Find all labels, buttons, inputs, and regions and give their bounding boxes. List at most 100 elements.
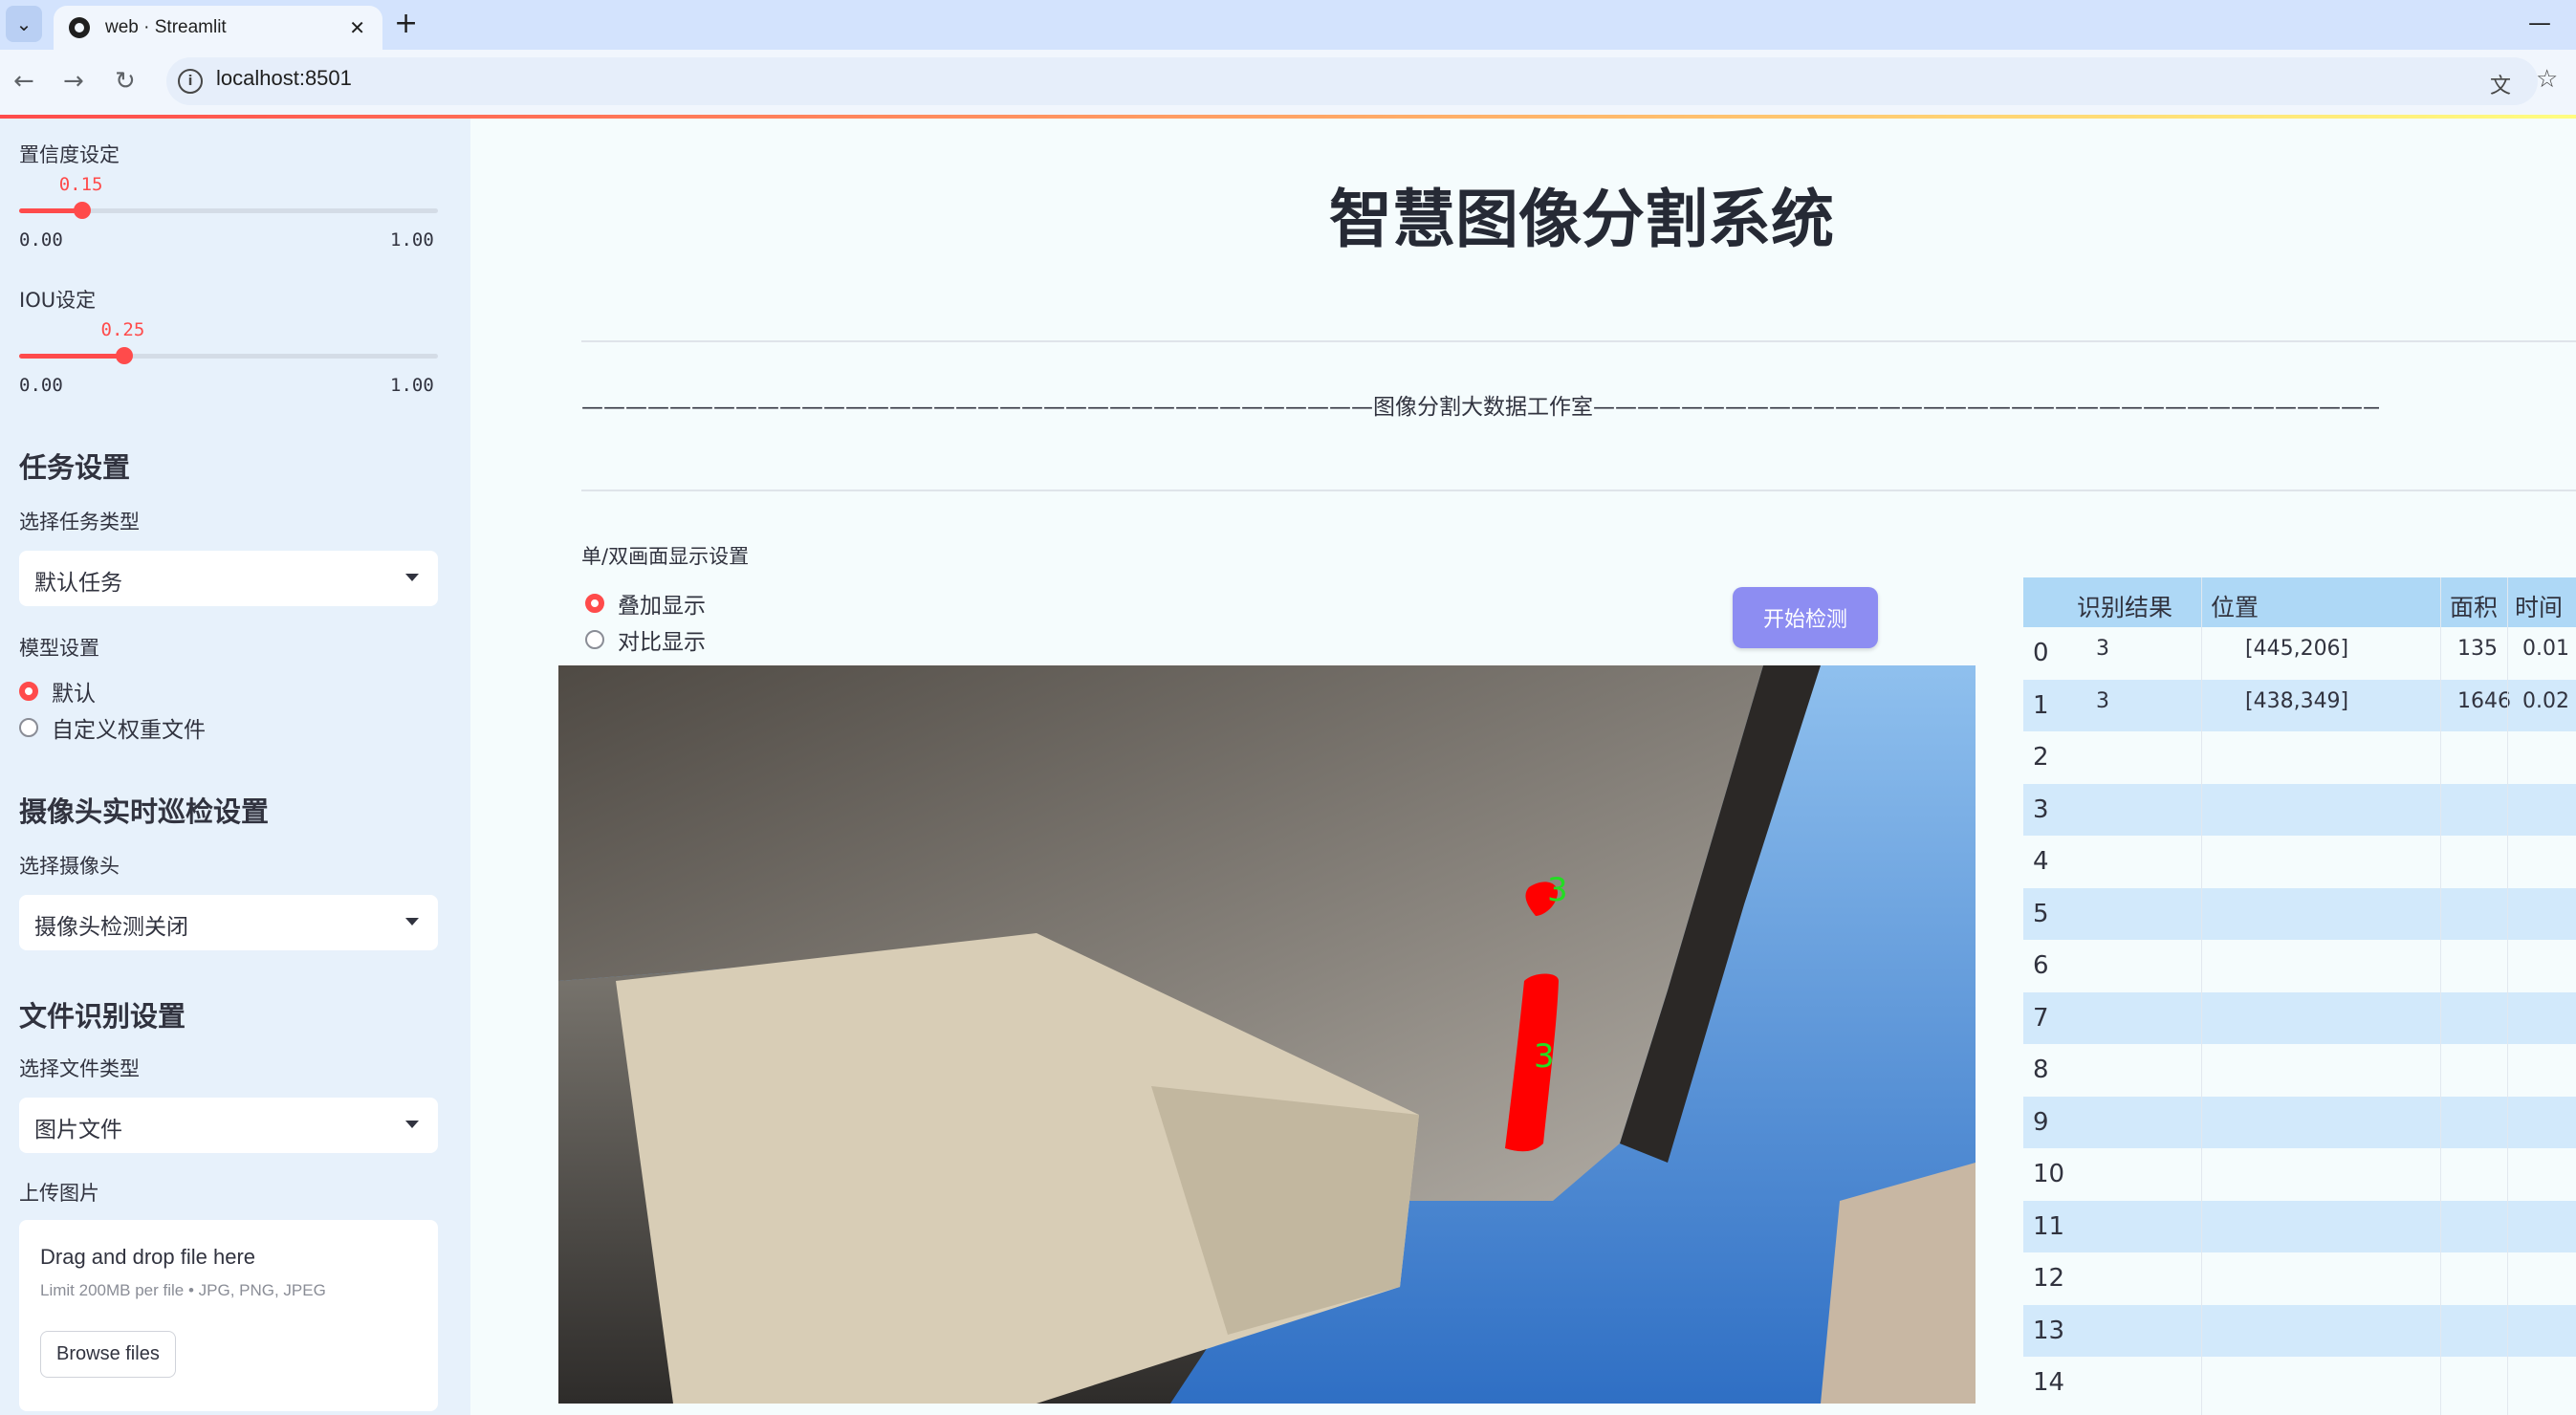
minimize-icon[interactable]: — <box>2528 10 2551 36</box>
table-row[interactable]: 4 <box>2023 836 2576 887</box>
table-row[interactable]: 2 <box>2023 731 2576 783</box>
radio-unselected-icon <box>585 630 604 649</box>
model-label: 模型设置 <box>19 637 99 660</box>
column-header-result[interactable]: 识别结果 <box>2077 589 2172 623</box>
column-header-time[interactable]: 时间 <box>2515 589 2563 623</box>
address-bar[interactable] <box>166 57 2538 105</box>
table-row[interactable]: 14 <box>2023 1357 2576 1408</box>
confidence-min: 0.00 <box>19 229 63 250</box>
radio-unselected-icon <box>19 718 38 737</box>
studio-banner: ————————————————————————————————————图像分割… <box>581 395 2379 420</box>
chevron-down-icon <box>405 1121 419 1128</box>
column-header-position[interactable]: 位置 <box>2211 589 2259 623</box>
display-option-label: 对比显示 <box>618 630 706 655</box>
row-index: 0 <box>2033 639 2049 667</box>
confidence-slider[interactable] <box>19 202 438 219</box>
camera-value: 摄像头检测关闭 <box>34 915 188 940</box>
browser-tab-bar: ⌄ web · Streamlit ✕ + — <box>0 0 2576 50</box>
row-index: 7 <box>2033 1003 2049 1033</box>
radio-selected-icon <box>19 682 38 701</box>
page-title: 智慧图像分割系统 <box>1329 183 1834 256</box>
dropzone-title: Drag and drop file here <box>40 1245 256 1269</box>
display-option-compare[interactable]: 对比显示 <box>585 623 706 656</box>
cell-area: 135 <box>2457 637 2498 661</box>
star-icon[interactable]: ☆ <box>2536 65 2558 94</box>
iou-slider-thumb[interactable] <box>115 347 133 364</box>
start-detection-button[interactable]: 开始检测 <box>1733 587 1878 648</box>
confidence-slider-fill <box>19 208 82 213</box>
cell-time: 0.02 <box>2522 688 2569 713</box>
file-type-select[interactable]: 图片文件 <box>19 1098 438 1153</box>
table-row[interactable]: 12 <box>2023 1252 2576 1304</box>
table-row[interactable]: 10 <box>2023 1148 2576 1200</box>
camera-heading: 摄像头实时巡检设置 <box>19 795 270 828</box>
table-row[interactable]: 9 <box>2023 1096 2576 1148</box>
forward-icon[interactable]: → <box>63 65 84 98</box>
row-index: 1 <box>2033 690 2049 720</box>
divider-top <box>581 340 2576 342</box>
browse-files-button[interactable]: Browse files <box>40 1331 176 1378</box>
sidebar: 置信度设定 0.15 0.00 1.00 IOU设定 0.25 0.00 1.0… <box>0 119 470 1415</box>
task-heading: 任务设置 <box>19 451 131 484</box>
table-row[interactable]: 8 <box>2023 1044 2576 1096</box>
column-header-area[interactable]: 面积 <box>2450 589 2498 623</box>
row-index: 10 <box>2033 1160 2065 1188</box>
row-index: 12 <box>2033 1264 2065 1293</box>
iou-slider-fill <box>19 354 124 359</box>
table-row[interactable]: 6 <box>2023 940 2576 991</box>
camera-select[interactable]: 摄像头检测关闭 <box>19 895 438 950</box>
table-row[interactable]: 3 <box>2023 783 2576 836</box>
model-option-default[interactable]: 默认 <box>19 675 96 708</box>
cell-position: [438,349] <box>2245 688 2349 713</box>
cell-time: 0.01 <box>2522 637 2569 661</box>
iou-max: 1.00 <box>390 375 434 396</box>
confidence-slider-thumb[interactable] <box>73 202 91 219</box>
column-divider <box>2507 577 2508 1415</box>
display-mode-label: 单/双画面显示设置 <box>581 545 750 568</box>
row-index: 6 <box>2033 951 2049 980</box>
task-type-select[interactable]: 默认任务 <box>19 551 438 606</box>
cell-result: 3 <box>2096 637 2109 661</box>
task-type-label: 选择任务类型 <box>19 511 140 533</box>
table-row[interactable]: 13 <box>2023 1304 2576 1357</box>
table-row[interactable]: 11 <box>2023 1200 2576 1252</box>
chevron-down-icon <box>405 574 419 581</box>
iou-value: 0.25 <box>100 319 145 340</box>
close-icon[interactable]: ✕ <box>349 16 365 39</box>
reload-icon[interactable]: ↻ <box>115 65 136 98</box>
row-index: 9 <box>2033 1107 2049 1137</box>
streamlit-favicon-icon <box>69 17 90 38</box>
table-row[interactable]: 0 3 [445,206] 135 0.01 <box>2023 627 2576 679</box>
row-index: 13 <box>2033 1316 2065 1345</box>
chevron-down-icon <box>405 918 419 925</box>
model-option-label: 默认 <box>52 682 96 707</box>
cell-result: 3 <box>2096 688 2109 713</box>
display-option-label: 叠加显示 <box>618 594 706 619</box>
upload-label: 上传图片 <box>19 1182 99 1205</box>
confidence-max: 1.00 <box>390 229 434 250</box>
url-text[interactable]: localhost:8501 <box>216 66 352 91</box>
browser-tab[interactable]: web · Streamlit ✕ <box>54 6 382 50</box>
tab-list-icon[interactable]: ⌄ <box>6 6 42 42</box>
camera-label: 选择摄像头 <box>19 855 120 878</box>
site-info-icon[interactable]: i <box>178 69 203 94</box>
radio-selected-icon <box>585 594 604 613</box>
results-table[interactable]: 识别结果 位置 面积 时间 0 3 [445,206] 135 0.01 1 3 [438,3… <box>2023 577 2576 1415</box>
plus-icon[interactable]: + <box>394 8 418 40</box>
tab-title: web · Streamlit <box>105 17 227 37</box>
file-heading: 文件识别设置 <box>19 1000 186 1033</box>
display-option-overlay[interactable]: 叠加显示 <box>585 587 706 620</box>
back-icon[interactable]: ← <box>13 65 34 98</box>
table-row[interactable]: 7 <box>2023 991 2576 1044</box>
row-index: 2 <box>2033 743 2049 772</box>
iou-label: IOU设定 <box>19 289 97 312</box>
confidence-value: 0.15 <box>58 174 103 195</box>
table-row[interactable]: 1 3 [438,349] 1646 0.02 <box>2023 679 2576 731</box>
translate-icon[interactable]: 文 <box>2490 69 2511 99</box>
row-index: 8 <box>2033 1056 2049 1084</box>
task-type-value: 默认任务 <box>34 571 122 596</box>
table-row[interactable]: 5 <box>2023 887 2576 940</box>
file-dropzone[interactable]: Drag and drop file here Limit 200MB per … <box>19 1220 438 1411</box>
iou-slider[interactable] <box>19 347 438 364</box>
model-option-custom[interactable]: 自定义权重文件 <box>19 711 206 744</box>
